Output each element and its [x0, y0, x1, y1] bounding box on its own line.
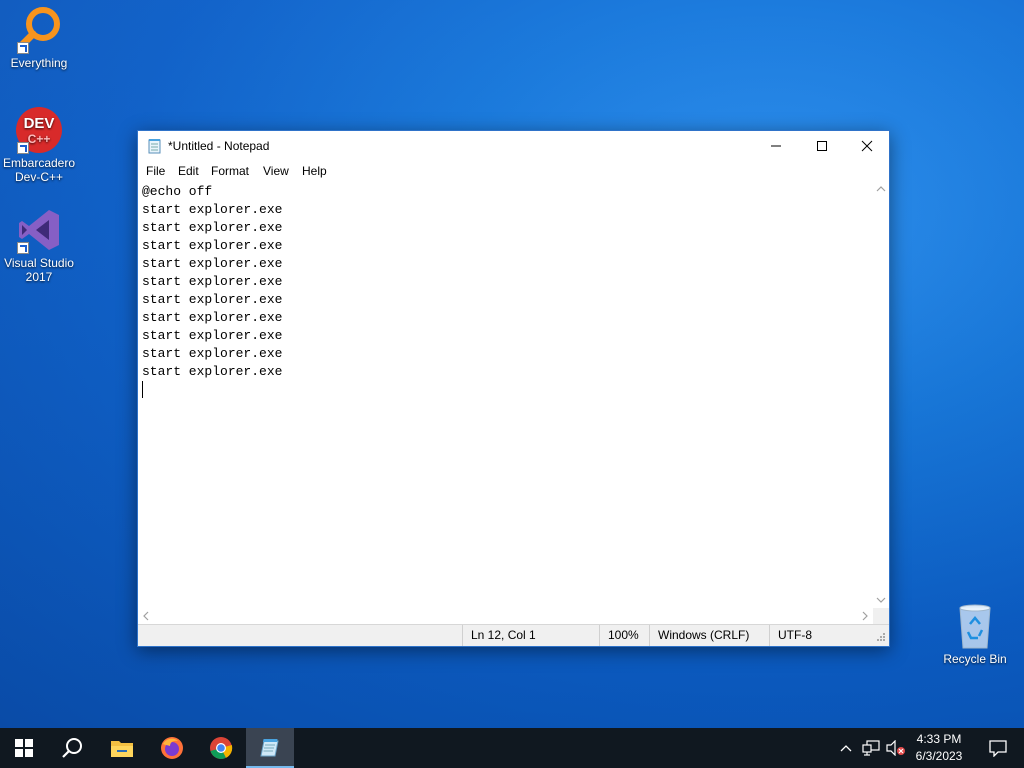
network-button[interactable] [858, 728, 884, 768]
close-button[interactable] [844, 131, 890, 161]
editor-line: start explorer.exe [142, 202, 283, 217]
editor-line: start explorer.exe [142, 220, 283, 235]
network-icon [862, 740, 880, 756]
minimize-button[interactable] [753, 131, 799, 161]
volume-button[interactable] [884, 728, 908, 768]
editor-line: @echo off [142, 184, 213, 199]
menu-view[interactable]: View [263, 164, 289, 178]
window-title: *Untitled - Notepad [168, 139, 270, 153]
desktop-icon-label: Visual Studio 2017 [4, 256, 74, 284]
maximize-icon [817, 141, 827, 151]
taskbar: 4:33 PM 6/3/2023 [0, 728, 1024, 768]
shortcut-arrow-icon [17, 242, 29, 254]
action-center-icon [989, 740, 1007, 757]
search-icon [62, 738, 82, 758]
svg-text:C++: C++ [28, 132, 51, 146]
scrollbar-corner [873, 608, 889, 624]
status-line-ending: Windows (CRLF) [649, 625, 769, 646]
desktop: Everything DEV C++ Embarcadero Dev-C++ V… [0, 0, 1024, 728]
clock[interactable]: 4:33 PM 6/3/2023 [906, 731, 972, 765]
windows-logo-icon [15, 739, 33, 757]
editor-line: start explorer.exe [142, 364, 283, 379]
shortcut-arrow-icon [17, 42, 29, 54]
show-hidden-icons-button[interactable] [834, 728, 858, 768]
folder-icon [111, 741, 133, 757]
desktop-icon-label: Everything [10, 56, 68, 70]
taskbar-file-explorer[interactable] [98, 728, 146, 768]
status-position: Ln 12, Col 1 [462, 625, 599, 646]
firefox-icon [161, 737, 183, 759]
taskbar-notepad[interactable] [246, 728, 294, 768]
menu-format[interactable]: Format [211, 164, 249, 178]
menu-edit[interactable]: Edit [178, 164, 199, 178]
clock-date: 6/3/2023 [915, 749, 963, 763]
scroll-left-icon[interactable] [143, 611, 149, 621]
taskbar-chrome[interactable] [197, 728, 245, 768]
recycle-bin-icon [951, 602, 999, 650]
volume-muted-icon [886, 740, 905, 756]
desktop-icon-label: Embarcadero Dev-C++ [2, 156, 76, 184]
close-icon [861, 140, 873, 152]
taskbar-firefox[interactable] [148, 728, 196, 768]
resize-grip-icon[interactable] [876, 632, 886, 642]
status-bar: Ln 12, Col 1 100% Windows (CRLF) UTF-8 [138, 624, 889, 646]
menu-help[interactable]: Help [302, 164, 327, 178]
chevron-up-icon [840, 745, 852, 752]
desktop-icon-recycle-bin[interactable]: Recycle Bin [937, 602, 1013, 666]
notepad-window[interactable]: *Untitled - Notepad File Edit Format Vie… [137, 130, 890, 647]
desktop-icon-devcpp[interactable]: DEV C++ Embarcadero Dev-C++ [1, 106, 77, 184]
scroll-up-icon[interactable] [876, 186, 886, 192]
clock-time: 4:33 PM [916, 732, 962, 746]
text-editor[interactable]: @echo off start explorer.exe start explore… [138, 181, 873, 608]
shortcut-arrow-icon [17, 142, 29, 154]
vertical-scrollbar[interactable] [873, 181, 889, 608]
scroll-right-icon[interactable] [862, 611, 868, 621]
status-zoom: 100% [599, 625, 649, 646]
title-bar[interactable]: *Untitled - Notepad [138, 131, 889, 161]
desktop-icon-label: Recycle Bin [943, 652, 1007, 666]
menu-file[interactable]: File [146, 164, 165, 178]
editor-line: start explorer.exe [142, 292, 283, 307]
scroll-down-icon[interactable] [876, 597, 886, 603]
menu-bar: File Edit Format View Help [138, 161, 889, 181]
notifications-button[interactable] [974, 728, 1022, 768]
notepad-icon [260, 739, 279, 757]
desktop-icon-everything[interactable]: Everything [1, 6, 77, 70]
visual-studio-icon [15, 206, 63, 254]
editor-line-caret [142, 381, 873, 399]
minimize-icon [771, 145, 781, 147]
devcpp-icon: DEV C++ [15, 106, 63, 154]
svg-text:DEV: DEV [24, 115, 55, 132]
editor-line: start explorer.exe [142, 238, 283, 253]
desktop-icon-visual-studio[interactable]: Visual Studio 2017 [1, 206, 77, 284]
search-button[interactable] [48, 728, 96, 768]
notepad-icon [147, 138, 163, 154]
status-encoding: UTF-8 [769, 625, 873, 646]
horizontal-scrollbar[interactable] [138, 608, 873, 624]
editor-line: start explorer.exe [142, 346, 283, 361]
start-button[interactable] [0, 728, 48, 768]
editor-line: start explorer.exe [142, 256, 283, 271]
maximize-button[interactable] [799, 131, 845, 161]
editor-line: start explorer.exe [142, 274, 283, 289]
chrome-icon [210, 737, 233, 759]
editor-line: start explorer.exe [142, 310, 283, 325]
editor-line: start explorer.exe [142, 328, 283, 343]
text-caret [142, 381, 143, 398]
everything-icon [15, 6, 63, 54]
